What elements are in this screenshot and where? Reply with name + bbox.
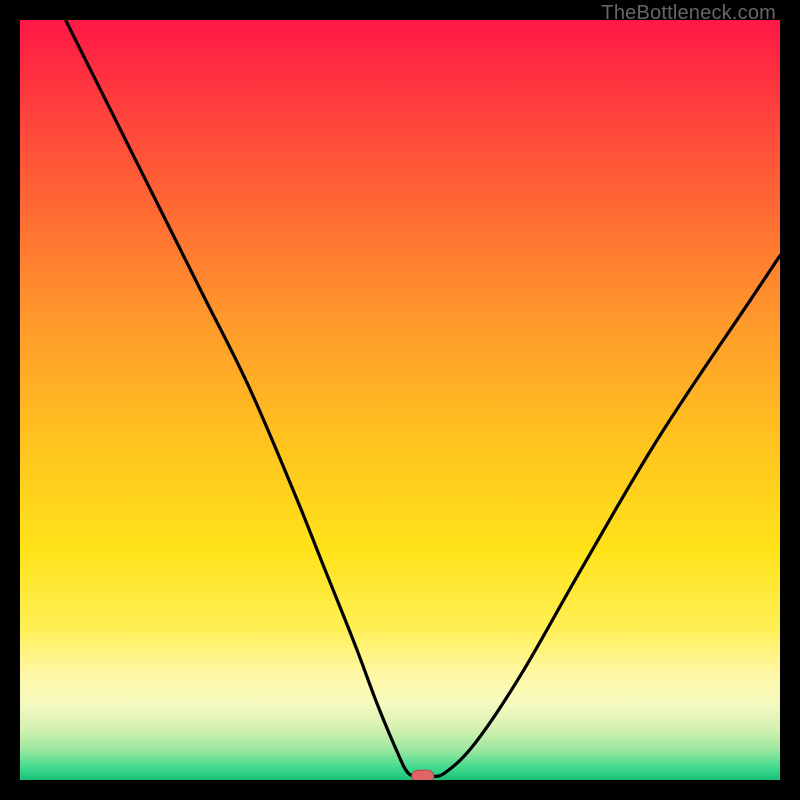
plot-area <box>20 20 780 780</box>
watermark-text: TheBottleneck.com <box>601 2 776 25</box>
chart-frame: TheBottleneck.com <box>0 0 800 800</box>
optimal-marker <box>412 770 434 780</box>
gradient-background <box>20 20 780 780</box>
bottleneck-chart <box>20 20 780 780</box>
